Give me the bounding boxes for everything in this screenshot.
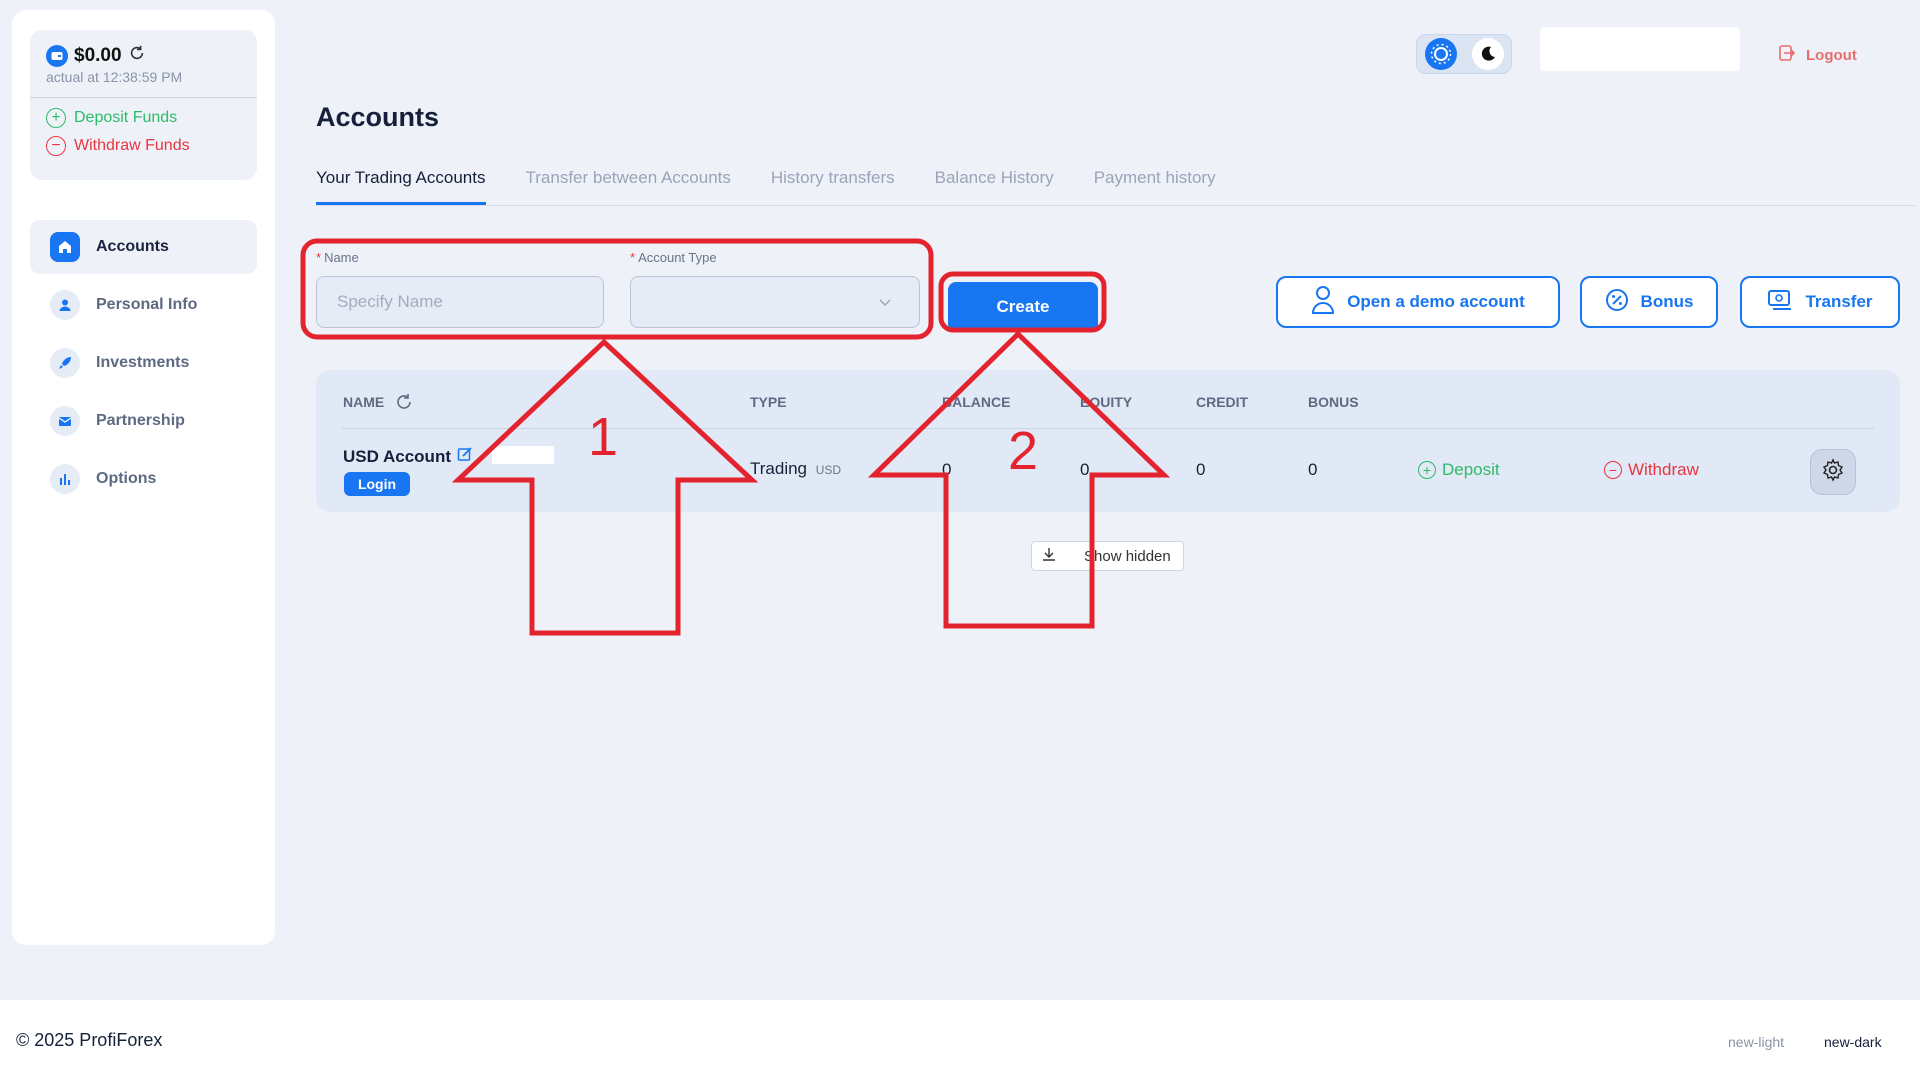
tab-history-transfers[interactable]: History transfers: [771, 166, 895, 205]
edit-icon[interactable]: [457, 446, 473, 467]
theme-switch: [1416, 34, 1512, 74]
copyright: © 2025 ProfiForex: [16, 1030, 163, 1050]
sidebar-item-label: Options: [96, 470, 157, 487]
sun-icon[interactable]: [1424, 38, 1457, 70]
sidebar: $0.00 actual at 12:38:59 PM + Deposit Fu…: [12, 10, 275, 945]
annotation-overlay: [300, 238, 1171, 636]
sidebar-item-label: Investments: [96, 354, 190, 371]
withdraw-label: Withdraw: [1628, 460, 1699, 479]
tab-balance-history[interactable]: Balance History: [935, 166, 1054, 205]
user-outline-icon: [1311, 285, 1335, 320]
deposit-funds-link[interactable]: + Deposit Funds: [46, 108, 241, 128]
balance-timestamp: actual at 12:38:59 PM: [46, 69, 183, 85]
name-input[interactable]: [316, 276, 604, 328]
moon-icon[interactable]: [1471, 38, 1504, 70]
currency-label: USD: [815, 463, 842, 477]
balance-cell: 0: [942, 460, 952, 479]
tab-transfer-between-accounts[interactable]: Transfer between Accounts: [526, 166, 731, 205]
tab-bar: Your Trading Accounts Transfer between A…: [316, 166, 1916, 206]
balance-amount: $0.00: [74, 44, 122, 66]
sidebar-item-accounts[interactable]: Accounts: [30, 220, 257, 274]
rocket-icon: [50, 348, 80, 378]
transfer-button[interactable]: Transfer: [1740, 276, 1900, 328]
sidebar-item-personal-info[interactable]: Personal Info: [30, 278, 257, 332]
home-icon: [50, 232, 80, 262]
annotation-step-1: 1: [588, 407, 619, 467]
refresh-icon[interactable]: [394, 392, 414, 415]
column-header-name: NAME: [343, 392, 414, 415]
column-header-balance: BALANCE: [942, 394, 1011, 410]
balance-card: $0.00 actual at 12:38:59 PM + Deposit Fu…: [30, 30, 257, 180]
plus-circle-icon: +: [1418, 461, 1436, 479]
bonus-cell: 0: [1308, 460, 1318, 479]
withdraw-button[interactable]: − Withdraw: [1604, 460, 1699, 480]
transfer-label: Transfer: [1805, 292, 1873, 311]
minus-circle-icon: −: [1604, 461, 1622, 479]
transfer-icon: [1767, 289, 1793, 316]
column-header-equity: EQUITY: [1080, 394, 1133, 410]
account-type-field-label: * Account Type: [630, 250, 717, 265]
divider: [30, 97, 257, 98]
table-row: USD Account: [343, 446, 473, 467]
page-title: Accounts: [316, 102, 440, 132]
percent-badge-icon: [1605, 288, 1629, 317]
logout-button[interactable]: Logout: [1778, 44, 1857, 66]
annotation-step-2: 2: [1008, 421, 1039, 481]
account-type-select[interactable]: [630, 276, 920, 328]
download-icon: [1042, 547, 1056, 565]
logout-label: Logout: [1806, 46, 1857, 64]
bar-chart-icon: [50, 464, 80, 494]
sidebar-item-investments[interactable]: Investments: [30, 336, 257, 390]
plus-circle-icon: +: [46, 108, 66, 128]
column-header-credit: CREDIT: [1196, 394, 1249, 410]
deposit-label: Deposit: [1442, 460, 1500, 479]
credit-cell: 0: [1196, 460, 1206, 479]
withdraw-funds-label: Withdraw Funds: [74, 137, 190, 154]
tab-payment-history[interactable]: Payment history: [1094, 166, 1216, 205]
sidebar-item-label: Partnership: [96, 412, 185, 429]
withdraw-funds-link[interactable]: − Withdraw Funds: [46, 136, 241, 156]
sidebar-nav: Accounts Personal Info Investments Partn…: [30, 220, 257, 510]
masked-account-number: [492, 446, 554, 464]
chevron-down-icon: [879, 292, 891, 312]
bonus-button[interactable]: Bonus: [1580, 276, 1718, 328]
theme-dark-link[interactable]: new-dark: [1824, 1034, 1882, 1050]
gear-icon: [1821, 457, 1845, 487]
user-info-area: [1540, 27, 1740, 71]
footer: © 2025 ProfiForex new-light new-dark: [0, 1000, 1920, 1080]
create-button[interactable]: Create: [948, 282, 1098, 332]
envelope-icon: [50, 406, 80, 436]
refresh-icon[interactable]: [128, 44, 146, 67]
equity-cell: 0: [1080, 460, 1090, 479]
logout-icon: [1778, 44, 1796, 66]
name-field-label: * Name: [316, 250, 359, 265]
sidebar-item-partnership[interactable]: Partnership: [30, 394, 257, 448]
theme-light-link[interactable]: new-light: [1728, 1034, 1784, 1050]
sidebar-item-label: Personal Info: [96, 296, 198, 313]
deposit-button[interactable]: + Deposit: [1418, 460, 1500, 480]
tab-your-trading-accounts[interactable]: Your Trading Accounts: [316, 166, 486, 205]
minus-circle-icon: −: [46, 136, 66, 156]
column-header-type: TYPE: [750, 394, 787, 410]
accounts-table: NAME TYPE BALANCE EQUITY CREDIT BONUS US…: [316, 370, 1900, 512]
bonus-label: Bonus: [1640, 292, 1694, 311]
column-header-bonus: BONUS: [1308, 394, 1359, 410]
show-hidden-button[interactable]: Show hidden: [1031, 541, 1184, 571]
open-demo-account-label: Open a demo account: [1347, 292, 1525, 311]
account-settings-button[interactable]: [1810, 449, 1856, 495]
divider: [342, 428, 1874, 429]
open-demo-account-button[interactable]: Open a demo account: [1276, 276, 1560, 328]
deposit-funds-label: Deposit Funds: [74, 109, 178, 126]
user-icon: [50, 290, 80, 320]
account-name: USD Account: [343, 446, 451, 466]
show-hidden-label: Show hidden: [1084, 547, 1171, 565]
sidebar-item-options[interactable]: Options: [30, 452, 257, 506]
sidebar-item-label: Accounts: [96, 238, 169, 255]
wallet-icon: [46, 44, 68, 67]
login-button[interactable]: Login: [344, 472, 410, 496]
account-type-cell: Trading USD: [750, 459, 842, 478]
